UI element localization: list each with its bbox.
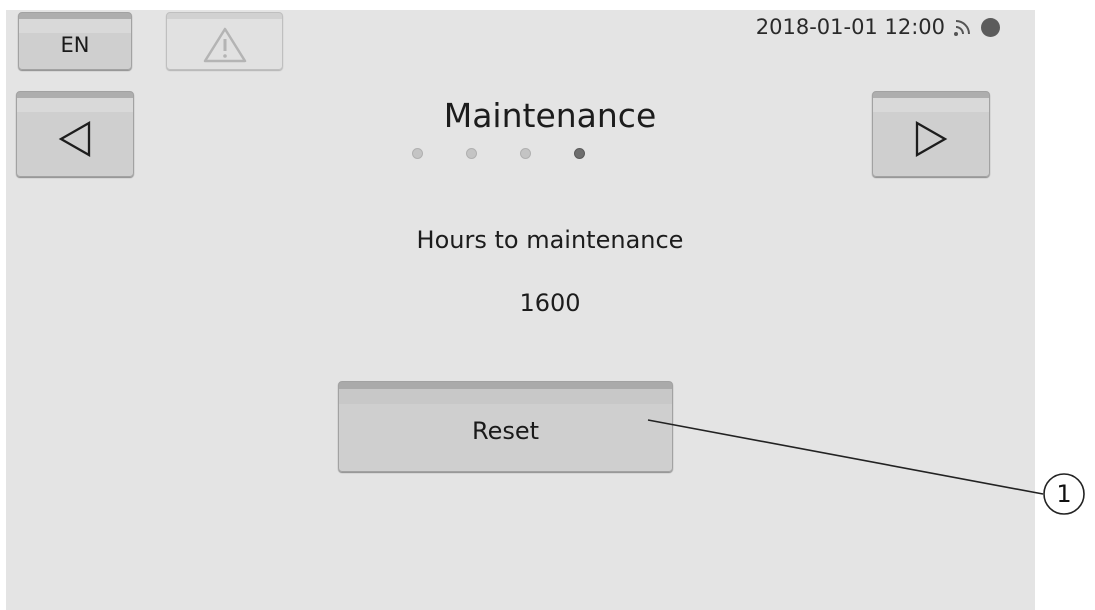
next-page-button[interactable] [872,91,990,177]
status-dot-icon [981,17,1000,37]
page-dot-2 [466,148,477,159]
page-dot-3 [520,148,531,159]
page-title: Maintenance [443,96,657,135]
callout-number: 1 [1056,480,1072,508]
language-button[interactable]: EN [18,12,132,70]
status-bar: 2018-01-01 12:00 [700,12,1000,42]
wifi-signal-icon [954,20,970,36]
datetime-label: 2018-01-01 12:00 [755,15,945,39]
previous-page-button[interactable] [16,91,134,177]
alarm-button[interactable] [166,12,283,70]
warning-triangle-icon [203,27,246,63]
reset-button[interactable]: Reset [338,381,673,472]
hours-to-maintenance-value: 1600 [519,289,581,317]
hours-to-maintenance-label: Hours to maintenance [416,226,684,254]
page-dot-1 [412,148,423,159]
language-label: EN [60,33,90,57]
triangle-right-icon [915,121,948,157]
page-indicator [412,148,585,159]
page-dot-4 [574,148,585,159]
reset-button-label: Reset [471,416,540,445]
triangle-left-icon [58,121,91,157]
